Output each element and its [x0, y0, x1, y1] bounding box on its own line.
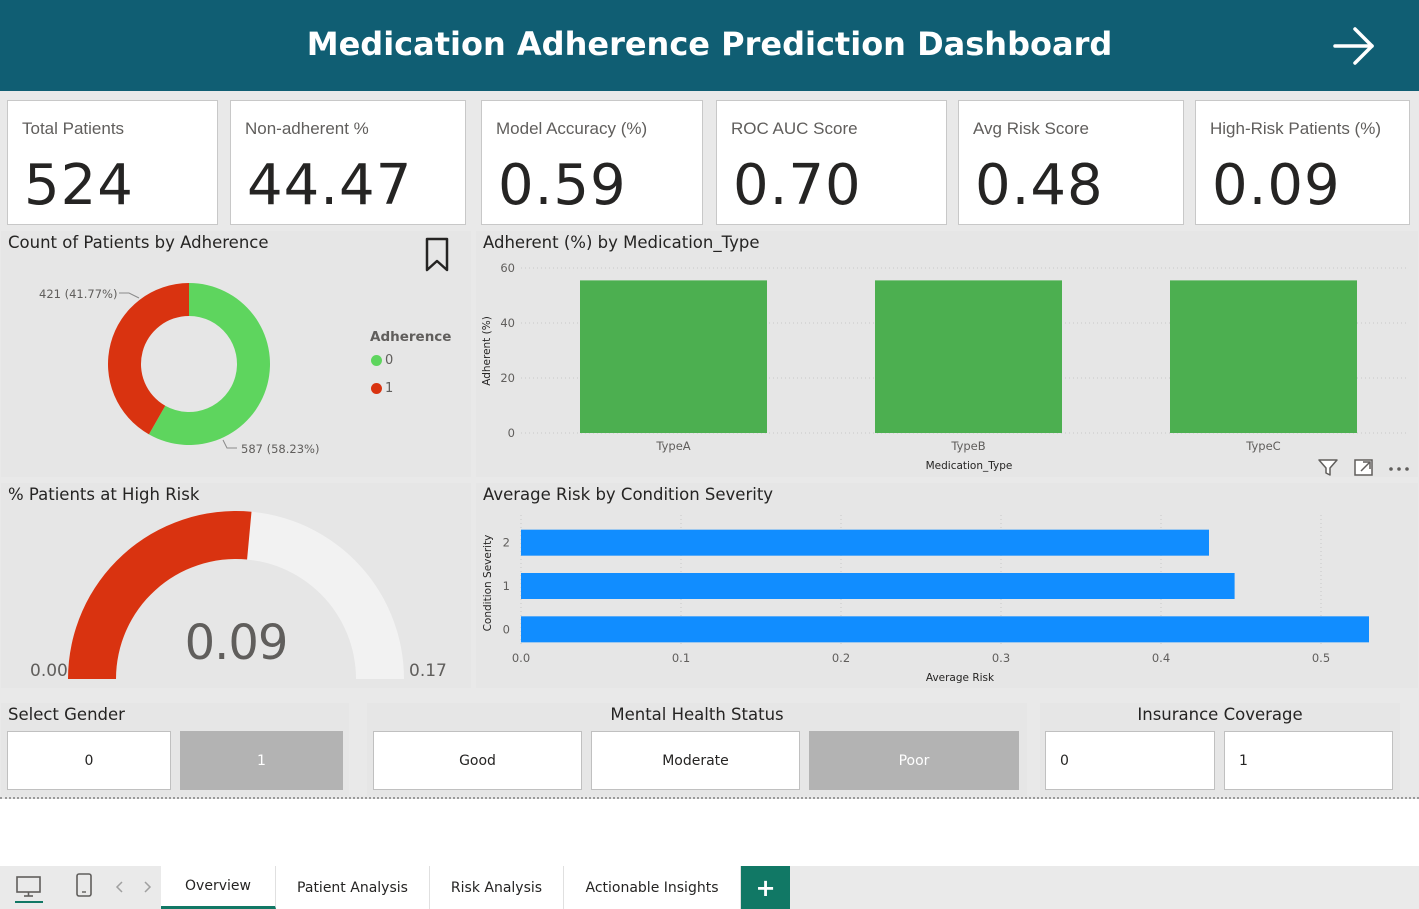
insurance-option-1[interactable]: 1	[1224, 731, 1393, 790]
gauge-value: 0.09	[184, 615, 289, 671]
y-tick-label: 1	[503, 579, 510, 593]
bar-chart-panel[interactable]: Average Risk by Condition Severity 0.0 0.…	[476, 483, 1418, 688]
kpi-label: ROC AUC Score	[731, 119, 858, 138]
legend-title: Adherence	[370, 329, 452, 345]
more-options-icon[interactable]	[1386, 457, 1412, 477]
gender-slicer: Select Gender 0 1	[1, 703, 349, 796]
focus-mode-icon[interactable]	[1352, 457, 1376, 477]
y-tick-label: 60	[500, 261, 515, 275]
legend-label-0: 0	[385, 353, 394, 368]
y-tick-label: 0	[508, 426, 515, 440]
kpi-value: 0.48	[975, 153, 1104, 218]
add-page-button[interactable]: +	[741, 866, 790, 909]
donut-chart-panel[interactable]: Count of Patients by Adherence 421 (41.7…	[1, 231, 471, 477]
phone-icon[interactable]	[74, 872, 94, 900]
kpi-value: 0.59	[498, 153, 627, 218]
kpi-label: High-Risk Patients (%)	[1210, 119, 1381, 138]
filter-icon[interactable]	[1316, 457, 1340, 477]
gender-slicer-title: Select Gender	[8, 705, 125, 724]
dashboard-title: Medication Adherence Prediction Dashboar…	[306, 25, 1113, 63]
column-chart-panel[interactable]: Adherent (%) by Medication_Type 0 20 40 60 T…	[476, 231, 1418, 477]
chevron-left-icon[interactable]	[114, 880, 126, 894]
bar-TypeB	[875, 280, 1062, 433]
tab-overview[interactable]: Overview	[161, 866, 276, 909]
y-axis-title: Condition Severity	[482, 535, 494, 632]
x-tick-label: TypeA	[655, 439, 690, 453]
insurance-slicer: Insurance Coverage 0 1	[1040, 703, 1400, 796]
kpi-value: 524	[24, 153, 134, 218]
kpi-card-roc-auc: ROC AUC Score 0.70	[716, 100, 947, 225]
bar-severity-2	[521, 529, 1209, 556]
mental-option-good[interactable]: Good	[373, 731, 582, 790]
kpi-label: Non-adherent %	[245, 119, 369, 138]
y-tick-label: 2	[503, 536, 510, 550]
y-axis-title: Adherent (%)	[481, 316, 493, 386]
x-tick-label: 0.2	[832, 651, 850, 665]
gauge-max: 0.17	[409, 661, 447, 681]
donut-label-1: 421 (41.77%)	[39, 287, 118, 301]
y-tick-label: 20	[500, 371, 515, 385]
y-tick-label: 0	[503, 622, 510, 636]
bar-severity-0	[521, 616, 1369, 643]
bar-TypeA	[580, 280, 767, 433]
kpi-value: 0.09	[1212, 153, 1341, 218]
x-tick-label: 0.0	[512, 651, 530, 665]
gender-option-0[interactable]: 0	[7, 731, 171, 790]
kpi-value: 0.70	[733, 153, 862, 218]
kpi-card-total-patients: Total Patients 524	[7, 100, 218, 225]
tab-actionable-insights[interactable]: Actionable Insights	[564, 866, 741, 909]
column-chart: 0 20 40 60 TypeA TypeB TypeC Medication_Type Adh…	[481, 261, 1406, 472]
donut-leader-0	[222, 439, 237, 449]
chevron-right-icon[interactable]	[141, 880, 153, 894]
gauge-min: 0.00	[30, 661, 68, 681]
donut-leader-1	[119, 292, 140, 299]
legend-item-0[interactable]: 0	[371, 353, 393, 368]
x-tick-label: 0.1	[672, 651, 690, 665]
legend-item-1[interactable]: 1	[371, 381, 393, 396]
kpi-label: Avg Risk Score	[973, 119, 1089, 138]
gender-option-1[interactable]: 1	[180, 731, 343, 790]
kpi-label: Model Accuracy (%)	[496, 119, 648, 138]
tab-risk-analysis[interactable]: Risk Analysis	[430, 866, 564, 909]
x-tick-label: 0.4	[1152, 651, 1170, 665]
desktop-icon[interactable]	[14, 873, 44, 903]
x-tick-label: 0.5	[1312, 651, 1330, 665]
kpi-card-non-adherent: Non-adherent % 44.47	[230, 100, 466, 225]
insurance-option-0[interactable]: 0	[1045, 731, 1215, 790]
arrow-right-icon[interactable]	[1330, 24, 1378, 68]
donut-chart	[107, 283, 270, 449]
bar-chart: 0.0 0.1 0.2 0.3 0.4 0.5 2 1 0 Average Risk Conditi…	[482, 515, 1369, 684]
mental-health-slicer: Mental Health Status Good Moderate Poor	[367, 703, 1027, 796]
tab-patient-analysis[interactable]: Patient Analysis	[276, 866, 430, 909]
gauge-panel[interactable]: % Patients at High Risk 0.09 0.00 0.17	[1, 483, 471, 688]
donut-label-0: 587 (58.23%)	[241, 442, 320, 456]
x-tick-label: 0.3	[992, 651, 1010, 665]
kpi-card-high-risk: High-Risk Patients (%) 0.09	[1195, 100, 1410, 225]
legend-dot-1	[371, 383, 382, 394]
bar-TypeC	[1170, 280, 1357, 433]
x-axis-title: Medication_Type	[926, 460, 1013, 472]
x-tick-label: TypeC	[1245, 439, 1280, 453]
kpi-value: 44.47	[247, 153, 413, 218]
legend-dot-0	[371, 355, 382, 366]
mental-health-slicer-title: Mental Health Status	[610, 705, 784, 724]
kpi-card-avg-risk: Avg Risk Score 0.48	[958, 100, 1184, 225]
kpi-card-model-accuracy: Model Accuracy (%) 0.59	[481, 100, 703, 225]
bar-severity-1	[521, 573, 1235, 599]
x-tick-label: TypeB	[950, 439, 985, 453]
legend-label-1: 1	[385, 381, 394, 396]
kpi-label: Total Patients	[22, 119, 125, 138]
y-tick-label: 40	[500, 316, 515, 330]
mental-option-moderate[interactable]: Moderate	[591, 731, 800, 790]
mental-option-poor[interactable]: Poor	[809, 731, 1019, 790]
page-boundary-line	[0, 797, 1419, 799]
x-axis-title: Average Risk	[926, 672, 995, 684]
insurance-slicer-title: Insurance Coverage	[1137, 705, 1303, 724]
